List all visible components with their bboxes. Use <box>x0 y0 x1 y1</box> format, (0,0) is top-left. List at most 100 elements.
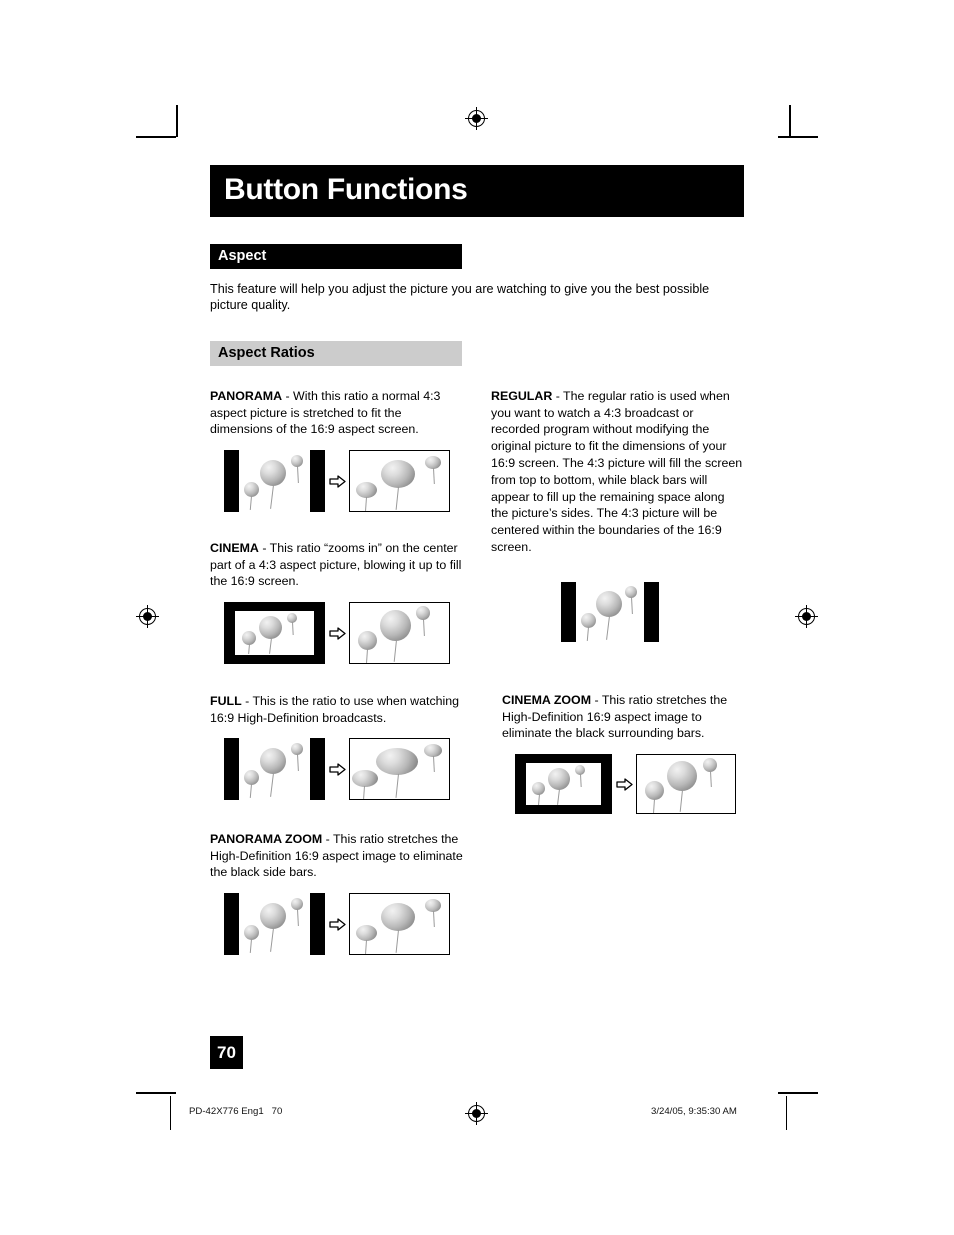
cinema-result-screen <box>349 602 450 665</box>
panorama-zoom-source-screen <box>224 893 325 956</box>
transform-arrow-icon <box>612 777 636 791</box>
ratio-entry-cinema: CINEMA - This ratio “zooms in” on the ce… <box>210 540 463 665</box>
balloon-string <box>393 640 398 663</box>
footer-rule-left <box>170 1096 172 1130</box>
balloon-large <box>381 460 415 489</box>
crop-mark-bottom-left-horizontal <box>136 1092 176 1094</box>
ratio-entry-regular: REGULAR - The regular ratio is used when… <box>491 388 744 642</box>
ratio-regular-text: REGULAR - The regular ratio is used when… <box>491 388 744 556</box>
balloon-string <box>395 930 400 954</box>
crop-mark-top-right-vertical <box>789 105 791 137</box>
ratio-regular-body: - The regular ratio is used when you wan… <box>491 388 743 554</box>
balloon-small-left <box>356 925 377 942</box>
balloon-string <box>363 786 366 800</box>
crop-mark-top-left-horizontal <box>136 136 176 138</box>
transform-arrow-icon <box>325 763 349 776</box>
cinema-zoom-result-picture <box>637 755 735 814</box>
registration-mark-right <box>795 605 818 628</box>
balloon-string <box>395 487 400 511</box>
balloon-large <box>548 768 570 791</box>
cinema-result-picture <box>350 603 449 664</box>
panorama-source-picture <box>239 450 310 513</box>
balloon-string <box>249 939 253 954</box>
balloon-string <box>423 619 426 637</box>
balloon-string <box>249 496 253 511</box>
balloon-large <box>596 590 622 617</box>
cinema-zoom-result-screen <box>636 754 736 815</box>
panorama-source-screen <box>224 450 325 513</box>
ratio-panorama-zoom-text: PANORAMA ZOOM - This ratio stretches the… <box>210 831 463 881</box>
illustration-regular <box>561 581 744 642</box>
illustration-panorama-zoom <box>224 893 463 956</box>
balloon-string <box>606 615 611 640</box>
balloon-string <box>249 784 253 799</box>
balloon-large <box>381 903 415 932</box>
balloon-small-left <box>358 631 377 651</box>
section-heading-aspect-ratios: Aspect Ratios <box>210 340 462 366</box>
balloon-small-left <box>244 482 259 498</box>
panorama-zoom-result-screen <box>349 893 450 956</box>
panorama-zoom-result-picture <box>350 894 449 955</box>
balloon-string <box>653 799 656 814</box>
ratios-columns: PANORAMA - With this ratio a normal 4:3 … <box>210 388 744 998</box>
ratio-panorama-text: PANORAMA - With this ratio a normal 4:3 … <box>210 388 463 438</box>
panorama-zoom-source-picture <box>239 893 310 956</box>
balloon-string <box>366 649 369 664</box>
transform-arrow-icon <box>325 917 349 931</box>
page-title: Button Functions <box>210 165 744 217</box>
balloon-string <box>248 644 251 655</box>
balloon-string <box>269 638 273 655</box>
transform-arrow-icon <box>325 626 349 640</box>
balloon-string <box>631 596 634 614</box>
panorama-result-picture <box>350 451 449 512</box>
ratio-entry-full: FULL - This is the ratio to use when wat… <box>210 693 463 801</box>
balloon-string <box>679 790 684 813</box>
footer-document-id: PD-42X776 Eng1 70 <box>189 1106 283 1117</box>
balloon-large <box>376 748 418 776</box>
balloon-string <box>365 940 368 955</box>
full-source-picture <box>239 738 310 801</box>
balloon-string <box>270 485 275 510</box>
balloon-string <box>557 789 561 806</box>
ratio-cinema-text: CINEMA - This ratio “zooms in” on the ce… <box>210 540 463 590</box>
balloon-string <box>710 771 713 788</box>
balloon-small-left <box>352 770 378 788</box>
ratio-full-body: - This is the ratio to use when watching… <box>210 693 460 725</box>
balloon-small-left <box>244 925 259 941</box>
footer-timestamp: 3/24/05, 9:35:30 AM <box>651 1106 737 1117</box>
ratio-regular-term: REGULAR <box>491 388 553 403</box>
section-heading-aspect: Aspect <box>210 243 462 269</box>
balloon-string <box>365 497 368 512</box>
page-number-badge: 70 <box>210 1036 243 1069</box>
balloon-large <box>380 610 411 642</box>
balloon-small-right <box>625 585 637 598</box>
balloon-string <box>433 756 436 773</box>
cinema-source-picture <box>235 611 314 656</box>
crop-mark-top-left-vertical <box>176 105 178 137</box>
balloon-string <box>297 754 300 772</box>
crop-mark-bottom-right-horizontal <box>778 1092 818 1094</box>
balloon-string <box>270 773 275 798</box>
ratio-cinema-zoom-text: CINEMA ZOOM - This ratio stretches the H… <box>502 692 744 742</box>
illustration-cinema-zoom <box>515 754 744 815</box>
registration-mark-bottom <box>465 1102 488 1125</box>
balloon-string <box>297 909 300 927</box>
crop-mark-top-right-horizontal <box>778 136 818 138</box>
full-result-screen <box>349 738 450 801</box>
balloon-large <box>667 761 697 792</box>
ratio-entry-cinema-zoom: CINEMA ZOOM - This ratio stretches the H… <box>491 692 744 815</box>
panorama-result-screen <box>349 450 450 513</box>
balloon-string <box>586 626 590 641</box>
illustration-full <box>224 738 463 801</box>
balloon-string <box>433 911 436 928</box>
ratio-full-text: FULL - This is the ratio to use when wat… <box>210 693 463 727</box>
regular-result-screen <box>561 581 659 642</box>
illustration-cinema <box>224 602 463 665</box>
ratio-entry-panorama: PANORAMA - With this ratio a normal 4:3 … <box>210 388 463 513</box>
aspect-intro-text: This feature will help you adjust the pi… <box>210 281 710 313</box>
cinema-source-screen <box>224 602 325 665</box>
transform-arrow-icon <box>325 474 349 488</box>
balloon-string <box>395 774 400 799</box>
cinema-zoom-source-screen <box>515 754 612 815</box>
ratio-cinema-term: CINEMA <box>210 540 259 555</box>
